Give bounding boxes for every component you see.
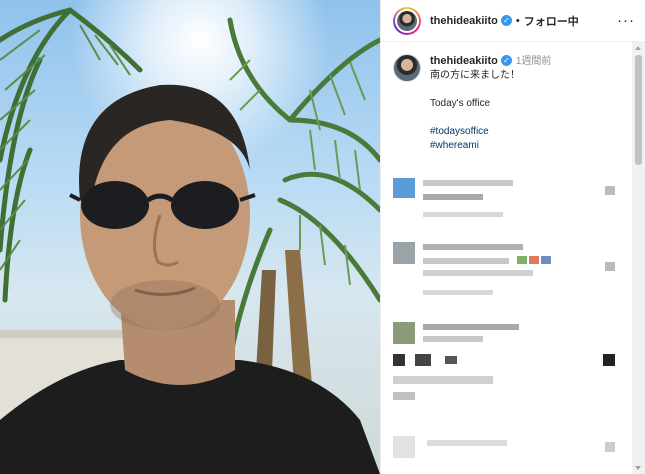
verified-badge-icon: ✓: [500, 15, 512, 26]
caption-username[interactable]: thehideakiito: [430, 55, 498, 67]
caption-line-2: Today's office: [430, 98, 491, 109]
scroll-up-arrow-icon[interactable]: [635, 46, 641, 50]
more-options-icon[interactable]: ···: [617, 12, 635, 29]
post-photo[interactable]: [0, 0, 380, 474]
pixelated-comment: [393, 178, 623, 228]
caption-line-1: 南の方に来ました！: [430, 70, 520, 81]
post-header: thehideakiito ✓ • フォロー中 ···: [381, 0, 645, 42]
following-button[interactable]: フォロー中: [524, 13, 579, 29]
caption-time[interactable]: 1週間前: [516, 56, 552, 67]
hashtag-link[interactable]: #todaysoffice: [430, 125, 551, 139]
author-username[interactable]: thehideakiito: [430, 15, 498, 27]
pixelated-comment: [393, 242, 623, 304]
scrollbar-thumb[interactable]: [635, 55, 642, 165]
comments-area[interactable]: thehideakiito ✓ 1週間前 南の方に来ました！ Today's off…: [381, 42, 633, 474]
pixelated-comment: [393, 322, 623, 412]
verified-badge-icon: ✓: [500, 55, 512, 66]
author-avatar[interactable]: [393, 6, 421, 35]
comments-scrollbar[interactable]: [632, 42, 645, 474]
scroll-down-arrow-icon[interactable]: [635, 466, 641, 470]
photo-illustration: [0, 0, 380, 474]
post-caption: thehideakiito ✓ 1週間前 南の方に来ました！ Today's off…: [381, 42, 633, 153]
post-side-panel: thehideakiito ✓ • フォロー中 ··· thehideakiit…: [380, 0, 645, 474]
pixelated-comment: [393, 436, 623, 466]
caption-avatar[interactable]: [393, 54, 421, 82]
separator-dot: •: [515, 14, 520, 27]
hashtag-link[interactable]: #whereami: [430, 139, 551, 153]
